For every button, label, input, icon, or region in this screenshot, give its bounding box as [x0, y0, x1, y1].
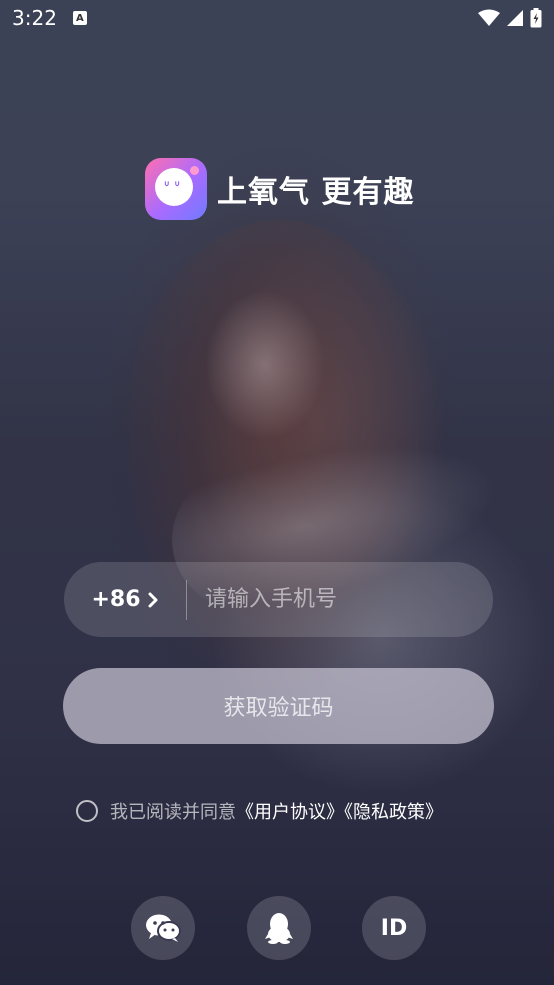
app-logo-icon: ᐡ ᐡ	[145, 158, 207, 220]
wechat-icon	[146, 914, 181, 942]
qq-penguin-icon	[265, 913, 293, 944]
wechat-login-button[interactable]	[131, 896, 195, 960]
id-login-button[interactable]: ID	[362, 896, 426, 960]
get-verification-code-button[interactable]: 获取验证码	[63, 668, 494, 744]
wifi-icon	[478, 9, 500, 26]
country-code-label: +86	[91, 587, 141, 612]
agreement-row: 我已阅读并同意《用户协议》《隐私政策》	[76, 798, 443, 824]
battery-icon	[530, 8, 542, 28]
background-overlay	[0, 0, 554, 985]
brand-header: ᐡ ᐡ 上氧气 更有趣	[145, 158, 414, 220]
chevron-right-icon	[148, 592, 158, 607]
agreement-radio[interactable]	[76, 800, 98, 822]
social-login-bar: ID	[0, 896, 554, 960]
app-slogan: 上氧气 更有趣	[217, 175, 415, 210]
status-bar: 3:22 A	[0, 0, 554, 36]
country-code-selector[interactable]: +86	[64, 587, 186, 612]
privacy-policy-link[interactable]: 《隐私政策》	[344, 802, 443, 823]
status-time: 3:22	[12, 6, 57, 30]
notification-a-icon: A	[72, 11, 87, 25]
agreement-prefix: 我已阅读并同意	[110, 802, 236, 823]
phone-number-input[interactable]	[187, 561, 493, 638]
signal-icon	[507, 10, 523, 26]
user-agreement-link[interactable]: 《用户协议》	[236, 802, 344, 823]
qq-login-button[interactable]	[247, 896, 311, 960]
phone-input-group: +86	[64, 561, 493, 638]
